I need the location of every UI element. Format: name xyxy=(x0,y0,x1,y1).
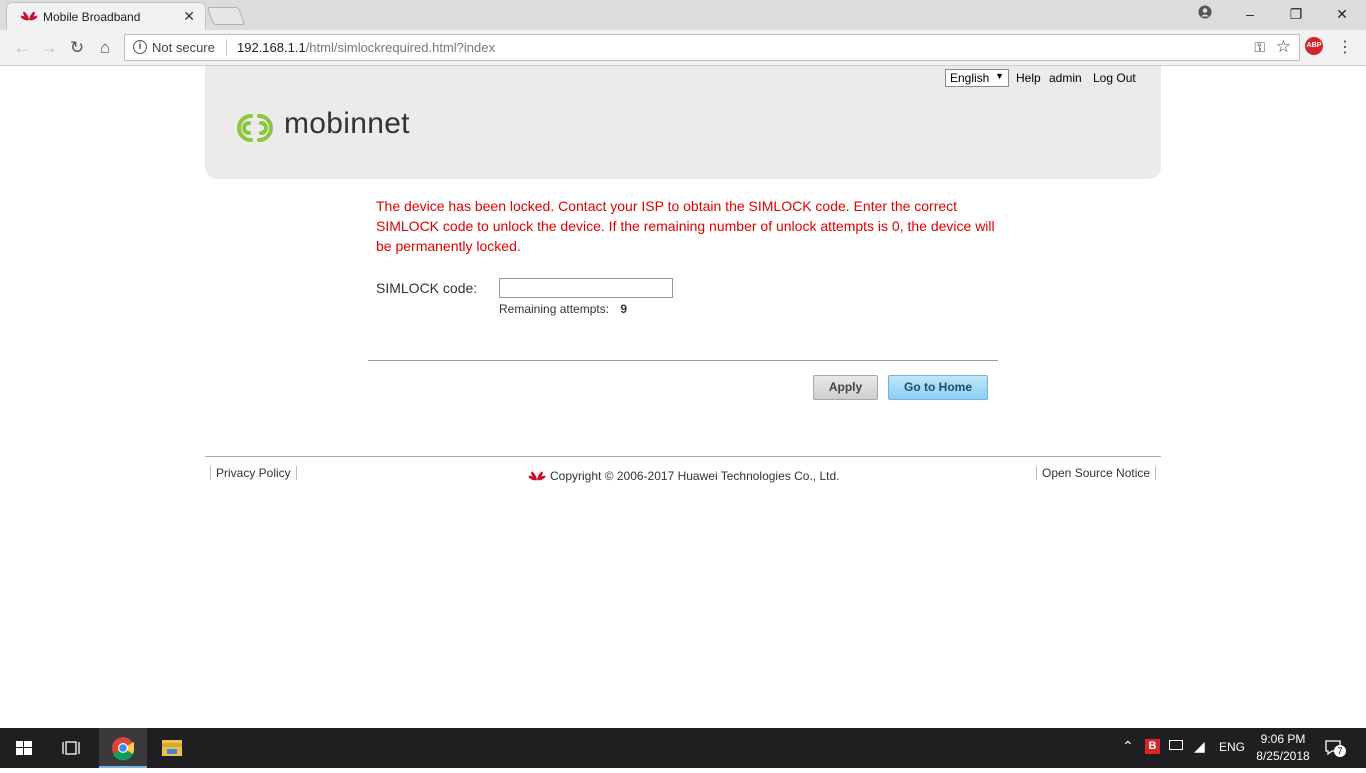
logout-link[interactable]: Log Out xyxy=(1093,71,1136,85)
url-text[interactable]: 192.168.1.1/html/simlockrequired.html?in… xyxy=(237,40,495,55)
window-close-icon[interactable]: ✕ xyxy=(1332,4,1352,24)
remaining-attempts-label: Remaining attempts: xyxy=(499,302,610,316)
browser-tabstrip: Mobile Broadband ✕ – ❐ ✕ xyxy=(0,0,1366,30)
task-view-icon xyxy=(62,741,80,755)
browser-tab[interactable]: Mobile Broadband ✕ xyxy=(6,2,206,30)
clock-time: 9:06 PM xyxy=(1260,732,1306,746)
address-bar[interactable]: i Not secure 192.168.1.1/html/simlockreq… xyxy=(124,34,1300,61)
huawei-logo-icon xyxy=(528,471,546,481)
language-select[interactable]: English ▼ xyxy=(945,69,1009,87)
language-value: English xyxy=(950,71,990,85)
huawei-logo-icon xyxy=(21,11,37,21)
adblock-icon[interactable]: ABP xyxy=(1305,37,1323,55)
remaining-attempts: Remaining attempts: 9 xyxy=(499,302,627,316)
tab-title: Mobile Broadband xyxy=(43,10,141,24)
tray-chevron-up-icon[interactable]: ⌃ xyxy=(1122,738,1134,755)
forward-icon[interactable]: → xyxy=(39,38,59,58)
new-tab-button[interactable] xyxy=(206,7,246,25)
action-center-icon[interactable]: 7 xyxy=(1324,739,1346,757)
windows-taskbar: ⌃ B ◢ ENG 9:06 PM 8/25/2018 7 xyxy=(0,728,1366,768)
chevron-down-icon: ▼ xyxy=(995,71,1004,81)
key-icon[interactable]: ⚿ xyxy=(1254,39,1265,56)
remaining-attempts-value: 9 xyxy=(620,302,628,316)
restore-icon[interactable]: ❐ xyxy=(1286,4,1306,24)
omnibox-separator xyxy=(226,39,227,56)
lock-warning-message: The device has been locked. Contact your… xyxy=(376,198,995,254)
wifi-icon[interactable]: ◢ xyxy=(1194,738,1205,755)
folder-icon xyxy=(162,740,182,756)
open-source-notice-link[interactable]: Open Source Notice xyxy=(1036,466,1157,480)
start-button[interactable] xyxy=(0,728,48,768)
info-icon[interactable]: i xyxy=(133,40,147,54)
input-language[interactable]: ENG xyxy=(1219,740,1245,754)
copyright: Copyright © 2006-2017 Huawei Technologie… xyxy=(528,469,839,483)
security-label[interactable]: Not secure xyxy=(152,40,215,55)
simlock-code-input[interactable] xyxy=(499,278,673,298)
chrome-taskbar-button[interactable] xyxy=(99,728,147,768)
system-clock[interactable]: 9:06 PM 8/25/2018 xyxy=(1252,731,1314,765)
footer-divider xyxy=(205,456,1161,457)
privacy-policy-link[interactable]: Privacy Policy xyxy=(210,466,297,480)
content-divider xyxy=(368,360,998,361)
reload-icon[interactable]: ↻ xyxy=(67,38,87,58)
tab-close-icon[interactable]: ✕ xyxy=(183,8,195,25)
help-link[interactable]: Help xyxy=(1016,71,1041,85)
bookmark-star-icon[interactable]: ☆ xyxy=(1276,37,1291,57)
windows-logo-icon xyxy=(16,741,32,755)
mobinnet-logo-icon xyxy=(237,114,273,142)
file-explorer-button[interactable] xyxy=(148,728,196,768)
minimize-icon[interactable]: – xyxy=(1240,4,1260,24)
browser-menu-icon[interactable]: ⋮ xyxy=(1337,37,1353,57)
user-label: admin xyxy=(1049,71,1082,85)
notification-count: 7 xyxy=(1334,745,1346,757)
battery-icon[interactable] xyxy=(1169,740,1183,750)
browser-toolbar: ← → ↻ ⌂ i Not secure 192.168.1.1/html/si… xyxy=(0,30,1366,66)
go-to-home-button[interactable]: Go to Home xyxy=(888,375,988,400)
apply-button[interactable]: Apply xyxy=(813,375,878,400)
copyright-text: Copyright © 2006-2017 Huawei Technologie… xyxy=(550,469,840,483)
task-view-button[interactable] xyxy=(48,728,96,768)
simlock-label: SIMLOCK code: xyxy=(376,280,478,296)
page-header: English ▼ Help admin Log Out mobinnet xyxy=(205,66,1161,179)
home-icon[interactable]: ⌂ xyxy=(95,38,115,58)
profile-icon[interactable] xyxy=(1195,4,1215,24)
chrome-icon xyxy=(112,737,135,761)
brand-name: mobinnet xyxy=(284,107,410,140)
clock-date: 8/25/2018 xyxy=(1256,749,1310,763)
back-icon[interactable]: ← xyxy=(12,38,32,58)
bitdefender-icon[interactable]: B xyxy=(1145,739,1160,754)
